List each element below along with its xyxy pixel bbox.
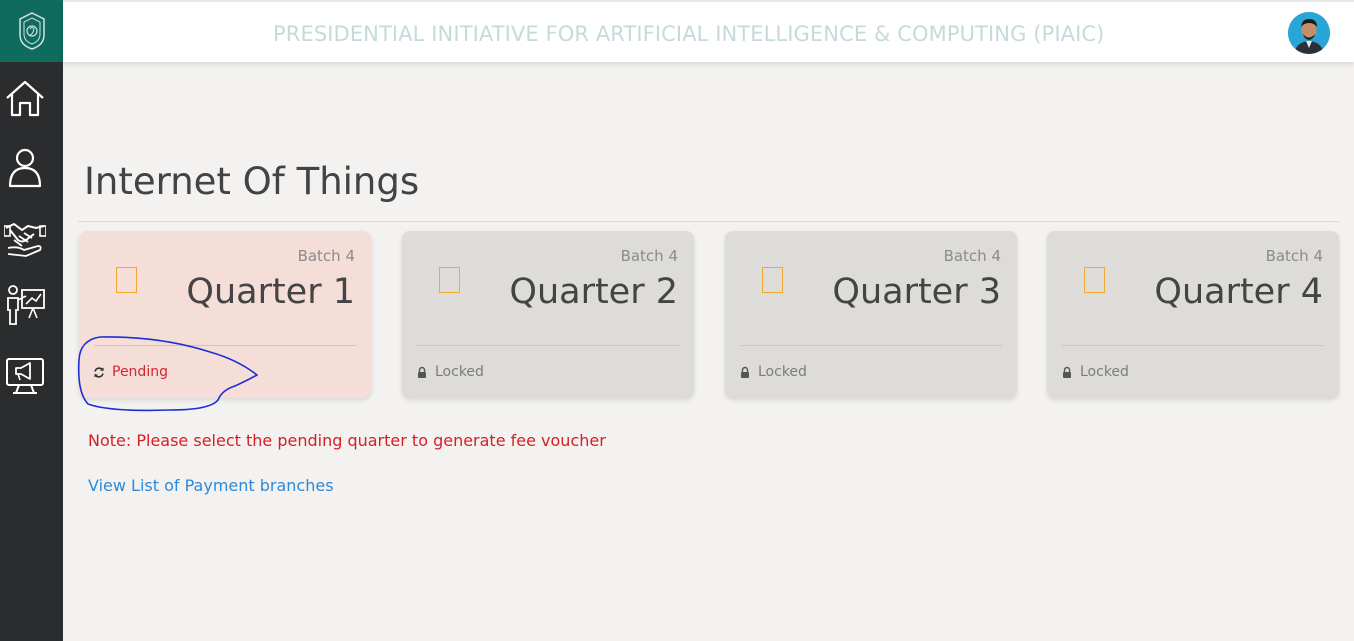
- status-text: Pending: [112, 364, 168, 380]
- card-divider: [94, 345, 356, 346]
- card-divider: [1062, 345, 1324, 346]
- sidebar-item-announcements[interactable]: [0, 352, 50, 400]
- sidebar: [0, 0, 63, 641]
- quarter-card-4[interactable]: Batch 4 Quarter 4 Locked: [1047, 231, 1339, 398]
- status-badge: Locked: [416, 364, 484, 380]
- title-divider: [78, 221, 1339, 222]
- status-badge: Pending: [93, 364, 168, 380]
- quarter-checkbox[interactable]: [116, 267, 137, 293]
- status-text: Locked: [435, 364, 484, 380]
- handshake-icon: [4, 222, 46, 257]
- batch-label: Batch 4: [1265, 247, 1323, 265]
- avatar[interactable]: [1288, 12, 1330, 54]
- status-badge: Locked: [739, 364, 807, 380]
- quarter-name: Quarter 4: [1154, 272, 1323, 312]
- presentation-icon: [7, 285, 45, 325]
- quarter-name: Quarter 3: [832, 272, 1001, 312]
- sidebar-item-classes[interactable]: [0, 281, 50, 329]
- lock-icon: [1063, 366, 1071, 378]
- status-text: Locked: [758, 364, 807, 380]
- logo-emblem-icon: [18, 12, 45, 50]
- refresh-icon: [94, 366, 104, 378]
- quarter-checkbox[interactable]: [762, 267, 783, 293]
- lock-icon: [418, 366, 426, 378]
- page-title: Internet Of Things: [84, 160, 420, 203]
- quarter-name: Quarter 1: [186, 272, 355, 312]
- status-badge: Locked: [1061, 364, 1129, 380]
- quarter-checkbox[interactable]: [1084, 267, 1105, 293]
- user-avatar-icon: [1288, 12, 1330, 54]
- quarter-card-2[interactable]: Batch 4 Quarter 2 Locked: [402, 231, 694, 398]
- card-divider: [740, 345, 1002, 346]
- quarter-checkbox[interactable]: [439, 267, 460, 293]
- user-icon: [8, 148, 42, 188]
- quarter-name: Quarter 2: [509, 272, 678, 312]
- piaic-logo[interactable]: [0, 0, 63, 62]
- status-text: Locked: [1080, 364, 1129, 380]
- quarter-card-3[interactable]: Batch 4 Quarter 3 Locked: [725, 231, 1017, 398]
- page-header-title: PRESIDENTIAL INITIATIVE FOR ARTIFICIAL I…: [273, 22, 1105, 46]
- fee-voucher-note: Note: Please select the pending quarter …: [88, 431, 606, 450]
- top-bar: PRESIDENTIAL INITIATIVE FOR ARTIFICIAL I…: [63, 0, 1354, 62]
- card-divider: [417, 345, 679, 346]
- batch-label: Batch 4: [620, 247, 678, 265]
- batch-label: Batch 4: [943, 247, 1001, 265]
- lock-icon: [741, 366, 749, 378]
- quarter-card-1[interactable]: Batch 4 Quarter 1 Pending: [79, 231, 371, 398]
- sidebar-item-profile[interactable]: [0, 143, 50, 191]
- batch-label: Batch 4: [297, 247, 355, 265]
- payment-branches-link[interactable]: View List of Payment branches: [88, 476, 334, 495]
- home-icon: [6, 80, 44, 117]
- sidebar-item-partners[interactable]: [0, 213, 50, 261]
- announcement-monitor-icon: [6, 358, 44, 394]
- sidebar-item-home[interactable]: [0, 74, 50, 122]
